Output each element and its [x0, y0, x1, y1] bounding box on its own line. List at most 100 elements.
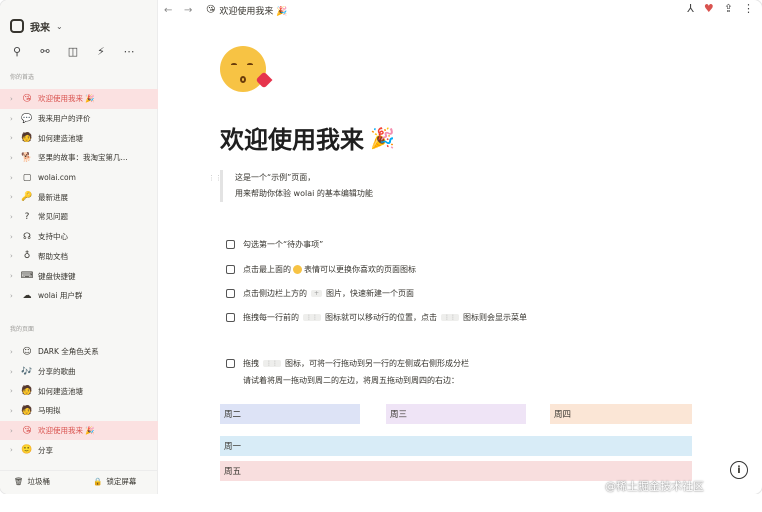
page-icon: ☁	[22, 290, 32, 301]
column-block[interactable]: 周三	[386, 404, 526, 424]
sidebar-item[interactable]: › 🔑 最新进展	[0, 187, 158, 207]
page-icon: ☺	[22, 346, 32, 357]
chevron-right-icon[interactable]: ›	[10, 213, 20, 221]
sidebar-item[interactable]: › ☊ 支持中心	[0, 227, 158, 247]
sidebar-item[interactable]: › 😘 欢迎使用我来 🎉	[0, 420, 158, 441]
chevron-down-icon: ⌄	[56, 21, 63, 31]
sidebar-item[interactable]: ›? 常见问题	[0, 207, 158, 227]
page-icon: 🙂	[21, 445, 33, 456]
bolt-icon[interactable]: ⚡	[94, 45, 108, 58]
sidebar: 我来 ⌄ ⚲ ⚯ ◫ ⚡ ⋯ 你的首选 › 😘 欢迎使用我来 🎉 › 💬 我来用户的评价 ›…	[0, 0, 158, 494]
chevron-right-icon[interactable]: ›	[10, 134, 20, 142]
sidebar-item[interactable]: › 🧑 如何建造池塘	[0, 381, 158, 401]
chevron-right-icon[interactable]: ›	[10, 95, 20, 103]
lock-screen-button[interactable]: 🔒 锁定屏幕	[79, 476, 158, 487]
sidebar-item[interactable]: › ☁ wolai 用户群	[0, 286, 158, 306]
chevron-right-icon[interactable]: ›	[10, 427, 20, 435]
trash-icon: 🗑	[14, 477, 24, 486]
todo-item[interactable]: 拖拽每一行前的 ⋮⋮ 图标就可以移动行的位置，点击 ⋮⋮ 图标则会显示菜单	[226, 312, 527, 323]
sidebar-item-label: 支持中心	[38, 232, 68, 242]
todo-checkbox[interactable]	[226, 313, 235, 322]
back-arrow-icon[interactable]: ←	[164, 5, 178, 16]
templates-icon[interactable]: ◫	[66, 45, 80, 58]
todo-text-rest: 表情可以更换你喜欢的页面图标	[304, 265, 416, 274]
chevron-right-icon[interactable]: ›	[10, 348, 20, 356]
todo-text-rest: 图标，可将一行拖动到另一行的左侧或右侧形成分栏	[285, 359, 469, 368]
trash-button[interactable]: 🗑 垃圾桶	[0, 476, 79, 487]
todo-checkbox[interactable]	[226, 265, 235, 274]
sidebar-item-label: 常见问题	[38, 212, 68, 222]
todo-text-rest: 图标就可以移动行的位置，点击	[325, 313, 437, 322]
chevron-right-icon[interactable]: ›	[10, 193, 20, 201]
my-pages-list: › ☺ DARK 全角色关系 › 🎶 分享的歌曲 › 🧑 如何建造池塘 › 🧑 马明拟 › 😘 欢迎使用我来…	[0, 342, 158, 460]
page-icon: ☊	[23, 231, 31, 242]
page-title-text: 欢迎使用我来	[220, 126, 364, 154]
sidebar-item[interactable]: › 🙂 分享	[0, 440, 158, 460]
chevron-right-icon[interactable]: ›	[10, 115, 20, 123]
kissing-face-icon[interactable]	[220, 46, 266, 92]
sidebar-item-label: 如何建造池塘	[38, 133, 83, 143]
chevron-right-icon[interactable]: ›	[10, 154, 20, 162]
chevron-right-icon[interactable]: ›	[10, 407, 20, 415]
help-button[interactable]: i	[730, 461, 748, 479]
breadcrumb[interactable]: 😘 欢迎使用我来 🎉	[206, 4, 287, 17]
forward-arrow-icon[interactable]: →	[184, 5, 198, 16]
export-icon[interactable]: ⇪	[724, 2, 733, 15]
sidebar-item[interactable]: › 😘 欢迎使用我来 🎉	[0, 89, 158, 109]
todo-text: 拖拽	[243, 359, 259, 368]
sidebar-item[interactable]: › 🧑 如何建造池塘	[0, 128, 158, 148]
sidebar-item-label: 最新进展	[38, 192, 68, 202]
more-options-icon[interactable]: ⋮	[743, 2, 754, 15]
page-icon: ?	[24, 211, 30, 222]
page-icon: ⌨	[20, 271, 34, 282]
workspace-name: 我来	[30, 22, 50, 34]
chevron-right-icon[interactable]: ›	[10, 446, 20, 454]
share-graph-icon[interactable]: ⅄	[687, 2, 694, 15]
sidebar-item-label: 分享	[38, 445, 53, 455]
chevron-right-icon[interactable]: ›	[10, 292, 20, 300]
sidebar-item[interactable]: › ♁ 帮助文档	[0, 247, 158, 267]
todo-item[interactable]: 勾选第一个“待办事项”	[226, 239, 323, 250]
party-popper-icon: 🎉	[370, 125, 395, 150]
todo-item[interactable]: 拖拽 ⋮⋮ 图标，可将一行拖动到另一行的左侧或右侧形成分栏	[226, 358, 469, 369]
todo-checkbox[interactable]	[226, 359, 235, 368]
chevron-right-icon[interactable]: ›	[10, 387, 20, 395]
sidebar-item[interactable]: › 🧑 马明拟	[0, 401, 158, 421]
page-title[interactable]: 欢迎使用我来 🎉	[220, 120, 395, 155]
quote-block[interactable]: 这是一个“示例”页面， 用来帮助你体验 wolai 的基本编辑功能	[220, 170, 373, 202]
todo-checkbox[interactable]	[226, 289, 235, 298]
heart-icon[interactable]: ♥	[704, 2, 714, 15]
todo-item[interactable]: 点击侧边栏上方的 + 图片，快速新建一个页面	[226, 288, 414, 299]
workspace-switcher[interactable]: 我来 ⌄	[10, 16, 63, 36]
chevron-right-icon[interactable]: ›	[10, 174, 20, 182]
section-title-my-pages: 我的页面	[10, 326, 35, 333]
sidebar-item-label: 坚果的故事：我淘宝第几...	[38, 153, 128, 163]
column-block[interactable]: 周四	[550, 404, 692, 424]
row-block[interactable]: 周一	[220, 436, 692, 456]
graph-icon[interactable]: ⚯	[38, 45, 52, 58]
chevron-right-icon[interactable]: ›	[10, 272, 20, 280]
favorites-list: › 😘 欢迎使用我来 🎉 › 💬 我来用户的评价 › 🧑 如何建造池塘 › 🐕 坚果的故事：我淘宝第几…	[0, 89, 158, 306]
todo-text-line2: 请试着将周一拖动到周二的左边，将周五拖动到周四的右边：	[243, 376, 459, 385]
page-icon: 🐕	[21, 152, 33, 163]
chevron-right-icon[interactable]: ›	[10, 233, 20, 241]
sidebar-item-label: 我来用户的评价	[38, 114, 91, 124]
page-icon: 🧑	[21, 405, 33, 416]
todo-checkbox[interactable]	[226, 240, 235, 249]
sidebar-item[interactable]: › ▢ wolai.com	[0, 168, 158, 188]
sidebar-item[interactable]: › ⌨ 键盘快捷键	[0, 266, 158, 286]
sidebar-item[interactable]: › 🐕 坚果的故事：我淘宝第几...	[0, 148, 158, 168]
chevron-right-icon[interactable]: ›	[10, 368, 20, 376]
column-block[interactable]: 周二	[220, 404, 360, 424]
sidebar-item[interactable]: › ☺ DARK 全角色关系	[0, 342, 158, 362]
sidebar-item[interactable]: › 💬 我来用户的评价	[0, 109, 158, 129]
sidebar-item-label: 如何建造池塘	[38, 386, 83, 396]
more-icon[interactable]: ⋯	[122, 45, 136, 58]
sidebar-item[interactable]: › 🎶 分享的歌曲	[0, 362, 158, 382]
trash-label: 垃圾桶	[27, 477, 51, 486]
search-icon[interactable]: ⚲	[10, 45, 24, 58]
todo-item[interactable]: 点击最上面的 表情可以更换你喜欢的页面图标	[226, 264, 416, 275]
quote-line-1: 这是一个“示例”页面，	[235, 173, 316, 182]
chevron-right-icon[interactable]: ›	[10, 252, 20, 260]
page-icon: 😘	[22, 425, 32, 436]
